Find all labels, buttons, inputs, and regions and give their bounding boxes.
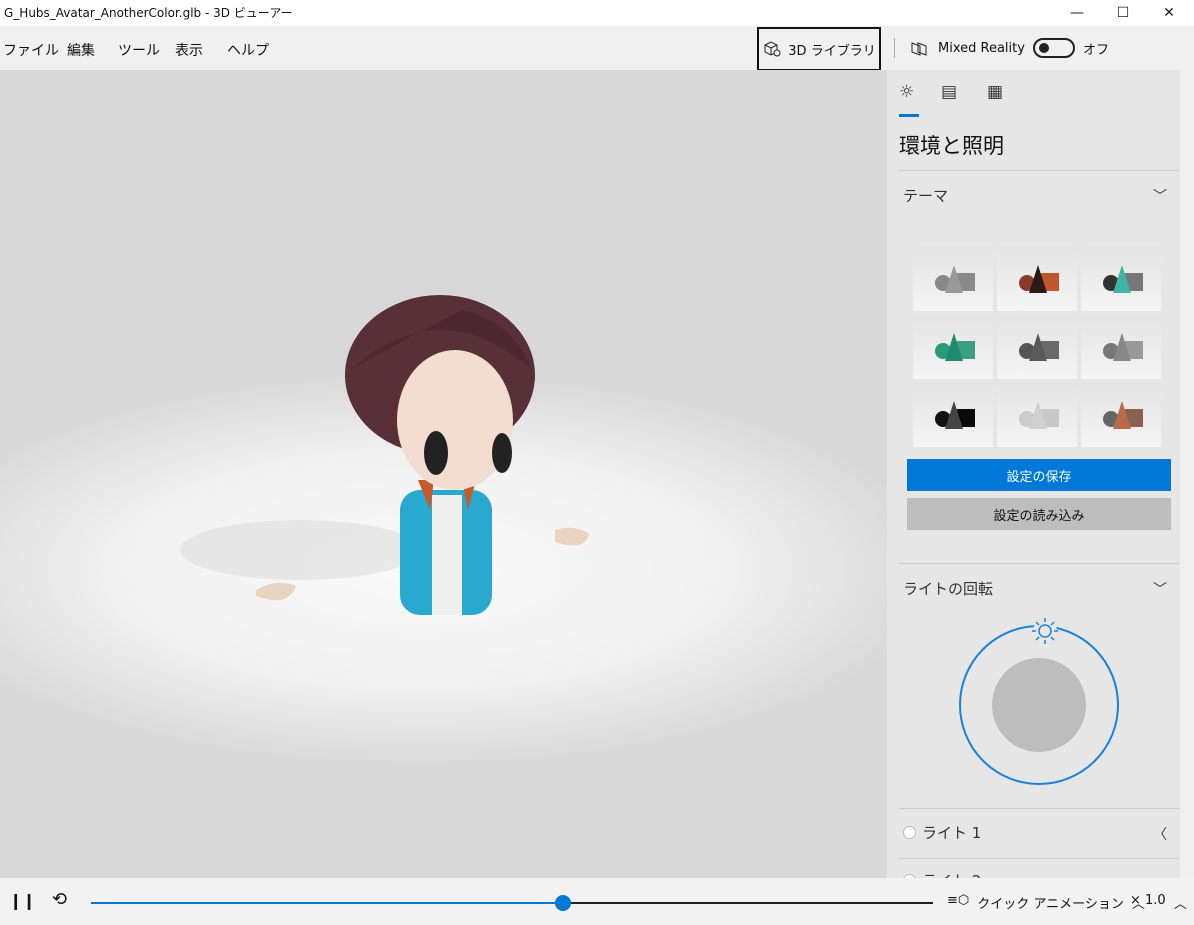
theme-tile[interactable] xyxy=(1081,247,1161,311)
theme-tile[interactable] xyxy=(997,315,1077,379)
load-settings-button[interactable]: 設定の読み込み xyxy=(907,498,1171,530)
theme-tile[interactable] xyxy=(1081,383,1161,447)
speed-label: × 1.0 xyxy=(1130,893,1166,908)
mixed-reality-icon xyxy=(911,42,927,56)
animation-cube-icon: ≡⬡ xyxy=(947,893,970,908)
loop-icon[interactable]: ⟲ xyxy=(52,889,67,910)
theme-tile[interactable] xyxy=(997,383,1077,447)
chevron-down-icon[interactable]: ﹀ xyxy=(1153,186,1167,206)
3d-library-label: 3D ライブラリ xyxy=(788,43,876,59)
active-tab-indicator xyxy=(899,114,919,117)
theme-tile[interactable] xyxy=(1081,315,1161,379)
divider xyxy=(899,563,1179,564)
pause-icon[interactable]: ❙❙ xyxy=(9,891,36,910)
mixed-reality-label: Mixed Reality xyxy=(938,40,1025,56)
window-title: G_Hubs_Avatar_AnotherColor.glb - 3D ビューア… xyxy=(4,6,293,20)
radio-button[interactable] xyxy=(903,826,916,839)
cone-shape xyxy=(1113,265,1131,293)
toggle-switch[interactable] xyxy=(1032,38,1075,58)
light-2-label: ライト 2 xyxy=(922,870,981,878)
menu-edit[interactable]: 編集 xyxy=(67,40,95,60)
stats-icon[interactable]: ▤ xyxy=(941,82,957,102)
cube-search-icon xyxy=(764,41,781,57)
timeline-slider[interactable] xyxy=(91,895,933,911)
divider xyxy=(899,808,1179,809)
menu-view[interactable]: 表示 xyxy=(175,40,203,60)
toggle-state: オフ xyxy=(1082,42,1109,58)
light-1-item[interactable]: ライト 1 xyxy=(903,822,981,843)
cone-shape xyxy=(1029,265,1047,293)
divider xyxy=(899,170,1179,171)
theme-tile[interactable] xyxy=(913,383,993,447)
light-1-label: ライト 1 xyxy=(922,824,982,842)
divider xyxy=(899,858,1179,859)
chevron-up-icon: ︿ xyxy=(1173,897,1187,912)
sun-icon[interactable]: ☼ xyxy=(899,82,914,102)
3d-viewport[interactable] xyxy=(0,70,887,878)
light-rotation-dial[interactable] xyxy=(947,615,1131,790)
theme-tile[interactable] xyxy=(913,315,993,379)
theme-tile[interactable] xyxy=(997,247,1077,311)
chevron-down-icon[interactable]: ﹀ xyxy=(1153,579,1167,599)
chevron-left-icon[interactable]: 〈 xyxy=(1153,824,1167,844)
menu-file[interactable]: ファイル xyxy=(3,40,59,60)
light-2-item[interactable]: ライト 2 xyxy=(903,870,981,878)
panel-title: 環境と照明 xyxy=(899,134,1004,158)
cone-shape xyxy=(1113,333,1131,361)
theme-label: テーマ xyxy=(903,187,949,205)
close-button[interactable]: ✕ xyxy=(1146,0,1192,26)
toolbar-divider xyxy=(894,38,895,58)
title-bar: G_Hubs_Avatar_AnotherColor.glb - 3D ビューア… xyxy=(0,0,1194,26)
timeline-progress xyxy=(91,902,563,904)
speed-selector[interactable]: × 1.0 ︿ xyxy=(1130,893,1187,912)
save-settings-button[interactable]: 設定の保存 xyxy=(907,459,1171,491)
theme-tile[interactable] xyxy=(913,247,993,311)
3d-library-button[interactable]: 3D ライブラリ xyxy=(757,27,881,71)
cone-shape xyxy=(945,333,963,361)
grid-icon[interactable]: ▦ xyxy=(987,82,1003,102)
timeline-thumb[interactable] xyxy=(554,895,571,911)
mixed-reality-toggle[interactable]: Mixed Reality オフ xyxy=(910,38,1109,58)
menu-help[interactable]: ヘルプ xyxy=(227,40,269,60)
panel-scrollbar[interactable] xyxy=(1180,70,1194,878)
maximize-button[interactable]: ☐ xyxy=(1100,0,1146,26)
cone-shape xyxy=(945,401,963,429)
menu-bar: ファイル 編集 ツール 表示 ヘルプ 3D ライブラリ Mixed Realit… xyxy=(0,26,1194,71)
cone-shape xyxy=(1029,333,1047,361)
animation-selector[interactable]: ≡⬡ クイック アニメーション ︿ xyxy=(947,893,1145,912)
minimize-button[interactable]: — xyxy=(1054,0,1100,26)
cone-shape xyxy=(1029,401,1047,429)
menu-tools[interactable]: ツール xyxy=(118,40,160,60)
playback-bar: ❙❙ ⟲ ≡⬡ クイック アニメーション ︿ × 1.0 ︿ xyxy=(0,878,1194,925)
theme-grid xyxy=(913,247,1161,447)
avatar-model xyxy=(180,295,589,615)
light-rotation-label: ライトの回転 xyxy=(903,580,994,598)
cone-shape xyxy=(1113,401,1131,429)
animation-label: クイック アニメーション xyxy=(977,897,1124,912)
cone-shape xyxy=(945,265,963,293)
environment-panel: ☼ ▤ ▦ 環境と照明 テーマ ﹀ 設定の保存 設定の読み込み ライトの回転 ﹀… xyxy=(887,70,1180,878)
